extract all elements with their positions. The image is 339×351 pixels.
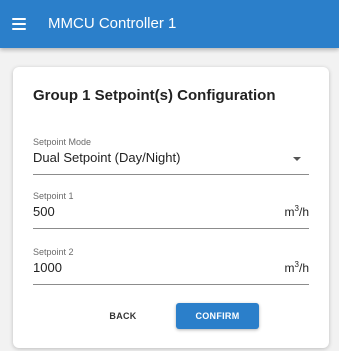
app-bar: MMCU Controller 1	[0, 0, 339, 48]
field-underline	[33, 228, 309, 229]
setpoint-mode-label: Setpoint Mode	[33, 137, 92, 147]
setpoint-1-field[interactable]: Setpoint 1 500 m3/h	[33, 191, 309, 229]
setpoint-mode-select[interactable]: Setpoint Mode Dual Setpoint (Day/Night)	[33, 137, 309, 175]
back-button[interactable]: BACK	[98, 303, 148, 329]
setpoint-config-card: Group 1 Setpoint(s) Configuration Setpoi…	[13, 67, 329, 348]
confirm-button[interactable]: CONFIRM	[176, 303, 259, 329]
setpoint-2-label: Setpoint 2	[33, 247, 74, 257]
field-underline	[33, 174, 309, 175]
setpoint-mode-value: Dual Setpoint (Day/Night)	[33, 150, 181, 165]
hamburger-menu-icon[interactable]	[8, 11, 34, 37]
setpoint-1-unit: m3/h	[284, 204, 309, 220]
field-underline	[33, 284, 309, 285]
setpoint-2-field[interactable]: Setpoint 2 1000 m3/h	[33, 247, 309, 285]
setpoint-1-label: Setpoint 1	[33, 191, 74, 201]
setpoint-2-input[interactable]: 1000	[33, 260, 62, 275]
setpoint-2-unit: m3/h	[284, 260, 309, 276]
dropdown-caret-icon[interactable]	[293, 157, 301, 161]
app-title: MMCU Controller 1	[48, 15, 177, 32]
card-title: Group 1 Setpoint(s) Configuration	[33, 87, 276, 104]
setpoint-1-input[interactable]: 500	[33, 204, 55, 219]
